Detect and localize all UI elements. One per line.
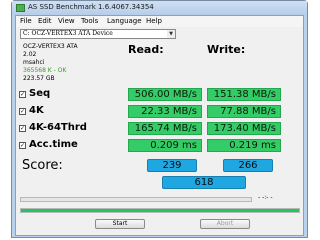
- chevron-down-icon[interactable]: ▼: [167, 30, 175, 38]
- seq-checkbox[interactable]: ✓: [19, 91, 26, 98]
- app-icon: [16, 4, 25, 12]
- 4k64-write-value: 173.40 MB/s: [207, 122, 281, 135]
- seq-write-value: 151.38 MB/s: [207, 88, 281, 101]
- 4k-read-value: 22.33 MB/s: [128, 105, 202, 118]
- client-area: File Edit View Tools Language Help C: OC…: [15, 15, 304, 236]
- 4k64-label: 4K-64Thrd: [29, 122, 87, 133]
- drive-select[interactable]: C: OCZ-VERTEX3 ATA Device ▼: [20, 29, 176, 39]
- menu-view[interactable]: View: [58, 17, 75, 25]
- menu-help[interactable]: Help: [146, 17, 162, 25]
- 4k-label: 4K: [29, 105, 44, 116]
- drive-capacity: 223.57 GB: [23, 75, 55, 82]
- write-header: Write:: [207, 43, 246, 56]
- menu-language[interactable]: Language: [107, 17, 142, 25]
- abort-button[interactable]: Abort: [200, 219, 250, 229]
- read-header: Read:: [128, 43, 164, 56]
- seq-label: Seq: [29, 88, 51, 99]
- window-title: AS SSD Benchmark 1.6.4067.34354: [28, 3, 154, 11]
- seq-read-value: 506.00 MB/s: [128, 88, 202, 101]
- acctime-write-value: 0.219 ms: [207, 139, 281, 152]
- 4k-write-value: 77.88 MB/s: [207, 105, 281, 118]
- menu-bar: File Edit View Tools Language Help: [16, 16, 303, 27]
- drive-select-value: C: OCZ-VERTEX3 ATA Device: [23, 30, 113, 37]
- score-total: 618: [162, 176, 246, 189]
- drive-firmware: 2.02: [23, 51, 37, 58]
- 4k-checkbox[interactable]: ✓: [19, 108, 26, 115]
- acctime-checkbox[interactable]: ✓: [19, 142, 26, 149]
- 4k64-checkbox[interactable]: ✓: [19, 125, 26, 132]
- progress-bar-total: [20, 208, 300, 213]
- score-write: 266: [223, 159, 273, 172]
- drive-driver: msahci: [23, 59, 45, 66]
- 4k64-read-value: 165.74 MB/s: [128, 122, 202, 135]
- title-bar[interactable]: AS SSD Benchmark 1.6.4067.34354: [12, 1, 307, 15]
- drive-alignment: 365568 K - OK: [23, 67, 67, 74]
- acctime-read-value: 0.209 ms: [128, 139, 202, 152]
- acctime-label: Acc.time: [29, 139, 78, 150]
- app-window: AS SSD Benchmark 1.6.4067.34354 File Edi…: [11, 0, 308, 238]
- menu-tools[interactable]: Tools: [81, 17, 98, 25]
- progress-bar-current: [20, 197, 252, 202]
- score-read: 239: [147, 159, 197, 172]
- menu-file[interactable]: File: [20, 17, 32, 25]
- time-readout: - -:- -: [258, 194, 273, 201]
- score-label: Score:: [22, 158, 63, 173]
- drive-model: OCZ-VERTEX3 ATA: [23, 43, 78, 50]
- progress-bar-total-fill: [21, 209, 299, 212]
- menu-edit[interactable]: Edit: [38, 17, 52, 25]
- start-button[interactable]: Start: [95, 219, 145, 229]
